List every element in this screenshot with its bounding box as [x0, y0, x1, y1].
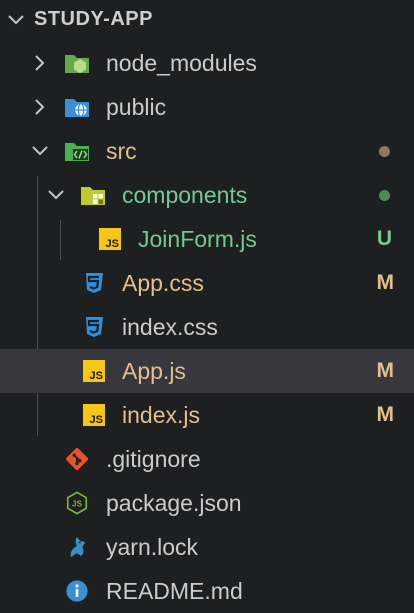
tree-item-label: index.css	[122, 314, 218, 340]
yarn-icon	[70, 536, 86, 558]
js-icon: JS	[83, 360, 105, 382]
components-folder-icon	[81, 187, 105, 205]
untracked-indicator-dot	[379, 190, 390, 201]
project-title: STUDY-APP	[34, 8, 153, 30]
git-icon	[66, 448, 88, 470]
tree-item-label: src	[106, 138, 137, 164]
chevron-down-icon[interactable]	[6, 10, 26, 30]
tree-item-label: App.js	[122, 358, 186, 384]
tree-item-joinform-js[interactable]: JS JoinForm.js U	[0, 217, 414, 261]
tree-item-index-js[interactable]: JS index.js M	[0, 393, 414, 437]
svg-text:JS: JS	[90, 370, 103, 382]
tree-item-public[interactable]: public	[0, 85, 414, 129]
tree-item-app-css[interactable]: App.css M	[0, 261, 414, 305]
css-icon	[86, 317, 103, 337]
node-folder-icon	[65, 55, 89, 73]
git-status-badge: M	[376, 359, 395, 382]
js-icon: JS	[99, 228, 121, 250]
git-status-badge: U	[376, 227, 392, 250]
tree-item-label: components	[122, 182, 248, 208]
tree-item-gitignore[interactable]: .gitignore	[0, 437, 414, 481]
tree-item-src[interactable]: src	[0, 129, 414, 173]
tree-item-label: JoinForm.js	[138, 226, 257, 252]
tree-item-app-js[interactable]: JS App.js M	[0, 349, 414, 393]
nodejs-icon: JS	[66, 491, 88, 515]
src-folder-icon	[65, 143, 89, 161]
tree-item-label: yarn.lock	[106, 534, 199, 560]
git-status-badge: M	[376, 271, 395, 294]
tree-item-yarn-lock[interactable]: yarn.lock	[0, 525, 414, 569]
tree-item-label: index.js	[122, 402, 200, 428]
tree-item-label: App.css	[122, 270, 204, 296]
tree-item-components[interactable]: components	[0, 173, 414, 217]
js-icon: JS	[83, 404, 105, 426]
svg-text:JS: JS	[106, 238, 119, 250]
info-icon	[66, 580, 88, 602]
modified-indicator-dot	[379, 146, 390, 157]
chevron-down-icon[interactable]	[30, 141, 50, 161]
chevron-right-icon[interactable]	[30, 97, 50, 117]
tree-item-label: public	[106, 94, 167, 120]
tree-item-label: README.md	[106, 578, 243, 604]
tree-item-package-json[interactable]: JS package.json	[0, 481, 414, 525]
explorer-header[interactable]: STUDY-APP	[0, 0, 414, 40]
globe-folder-icon	[65, 99, 89, 118]
tree-item-label: package.json	[106, 490, 242, 516]
tree-item-label: .gitignore	[106, 446, 201, 472]
tree-item-index-css[interactable]: index.css	[0, 305, 414, 349]
css-icon	[86, 273, 103, 293]
chevron-right-icon[interactable]	[30, 53, 50, 73]
tree-item-node-modules[interactable]: node_modules	[0, 41, 414, 85]
svg-text:JS: JS	[90, 414, 103, 426]
tree-item-label: node_modules	[106, 50, 257, 76]
git-status-badge: M	[376, 403, 395, 426]
chevron-down-icon[interactable]	[46, 185, 66, 205]
tree-item-readme-md[interactable]: README.md	[0, 569, 414, 613]
svg-text:JS: JS	[72, 499, 83, 509]
